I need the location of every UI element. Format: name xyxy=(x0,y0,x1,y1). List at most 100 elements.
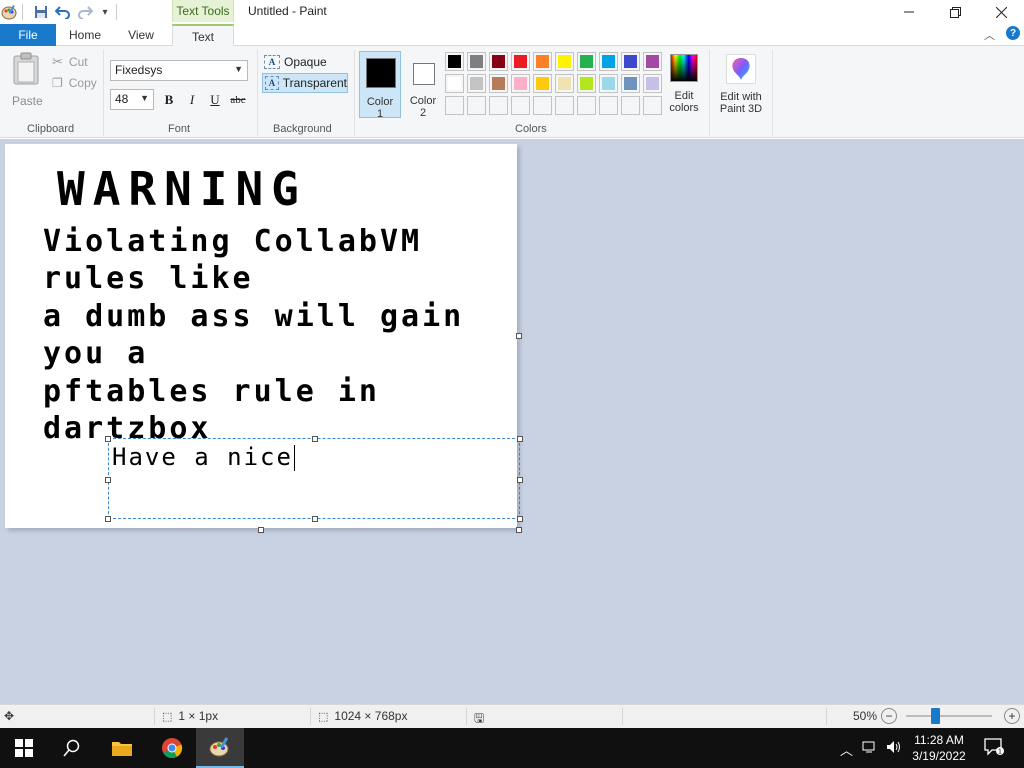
palette-color-swatch[interactable] xyxy=(467,52,486,71)
status-bar: ✥ ⬚ 1 × 1px ⬚ 1024 × 768px 🖫 50% − + xyxy=(0,704,1024,728)
palette-custom-slot[interactable] xyxy=(489,96,508,115)
search-button[interactable] xyxy=(48,728,96,768)
palette-custom-slot[interactable] xyxy=(621,96,640,115)
palette-custom-slot[interactable] xyxy=(643,96,662,115)
canvas-resize-handle[interactable] xyxy=(258,527,264,533)
palette-custom-slot[interactable] xyxy=(599,96,618,115)
font-family-select[interactable]: Fixedsys ▼ xyxy=(110,60,248,81)
palette-color-swatch[interactable] xyxy=(511,52,530,71)
network-icon[interactable] xyxy=(862,740,878,757)
canvas-workspace[interactable]: WARNING Violating CollabVM rules like a … xyxy=(0,139,1024,704)
save-icon[interactable] xyxy=(32,3,50,21)
transparent-button[interactable]: A Transparent xyxy=(262,73,348,93)
group-divider xyxy=(103,50,104,136)
palette-color-swatch[interactable] xyxy=(621,52,640,71)
start-button[interactable] xyxy=(0,728,48,768)
tab-file[interactable]: File xyxy=(0,24,56,46)
italic-button[interactable]: I xyxy=(182,91,202,109)
palette-color-swatch[interactable] xyxy=(577,74,596,93)
color2-button[interactable]: Color 2 xyxy=(403,51,443,119)
clock-date: 3/19/2022 xyxy=(912,749,966,763)
palette-color-swatch[interactable] xyxy=(599,74,618,93)
resize-handle[interactable] xyxy=(517,516,523,522)
system-clock[interactable]: 11:28 AM 3/19/2022 xyxy=(908,732,970,764)
palette-color-swatch[interactable] xyxy=(511,74,530,93)
opaque-button[interactable]: A Opaque xyxy=(262,52,327,72)
file-explorer-button[interactable] xyxy=(98,728,146,768)
color1-button[interactable]: Color 1 xyxy=(359,51,401,120)
minimize-button[interactable] xyxy=(886,0,932,24)
palette-custom-slot[interactable] xyxy=(467,96,486,115)
title-bar: ▾ Text Tools Untitled - Paint xyxy=(0,0,1024,24)
edit-with-paint3d-button[interactable]: Edit with Paint 3D xyxy=(714,54,768,115)
clipboard-group-label: Clipboard xyxy=(27,123,75,135)
palette-color-swatch[interactable] xyxy=(555,52,574,71)
palette-custom-slot[interactable] xyxy=(577,96,596,115)
copy-button[interactable]: ❐ Copy xyxy=(52,76,97,90)
palette-color-swatch[interactable] xyxy=(577,52,596,71)
color1-label: Color 1 xyxy=(366,96,394,120)
font-size-select[interactable]: 48 ▼ xyxy=(110,89,154,110)
image-size: ⬚ 1024 × 768px xyxy=(318,709,408,723)
notifications-icon[interactable]: 1 xyxy=(984,738,1004,759)
resize-handle[interactable] xyxy=(312,516,318,522)
palette-color-swatch[interactable] xyxy=(445,74,464,93)
chrome-button[interactable] xyxy=(148,728,196,768)
collapse-ribbon-icon[interactable]: ︿ xyxy=(984,27,995,43)
resize-handle[interactable] xyxy=(105,516,111,522)
palette-color-swatch[interactable] xyxy=(533,74,552,93)
zoom-slider-track[interactable] xyxy=(906,715,992,717)
palette-custom-slot[interactable] xyxy=(533,96,552,115)
customize-qa-icon[interactable]: ▾ xyxy=(96,3,114,21)
canvas-text-line: Violating CollabVM xyxy=(43,224,423,259)
paint3d-label: Edit with Paint 3D xyxy=(719,91,763,115)
palette-custom-slot[interactable] xyxy=(555,96,574,115)
close-button[interactable] xyxy=(978,0,1024,24)
zoom-in-button[interactable]: + xyxy=(1004,708,1020,724)
palette-color-swatch[interactable] xyxy=(467,74,486,93)
selection-size: ⬚ 1 × 1px xyxy=(162,709,219,723)
redo-icon[interactable] xyxy=(76,3,94,21)
canvas-resize-handle[interactable] xyxy=(516,527,522,533)
clock-time: 11:28 AM xyxy=(914,733,964,747)
underline-button[interactable]: U xyxy=(205,91,225,109)
tab-home[interactable]: Home xyxy=(62,24,108,46)
resize-handle[interactable] xyxy=(517,477,523,483)
palette-color-swatch[interactable] xyxy=(643,74,662,93)
text-input-box[interactable]: Have a nice xyxy=(108,438,520,519)
paste-button[interactable]: Paste xyxy=(8,52,46,112)
tab-text[interactable]: Text xyxy=(172,24,234,47)
palette-color-swatch[interactable] xyxy=(489,52,508,71)
maximize-button[interactable] xyxy=(932,0,978,24)
paint-taskbar-button[interactable] xyxy=(196,728,244,768)
canvas-resize-handle[interactable] xyxy=(516,333,522,339)
tab-view[interactable]: View xyxy=(118,24,164,46)
bold-button[interactable]: B xyxy=(159,91,179,109)
help-icon[interactable]: ? xyxy=(1006,26,1020,40)
undo-icon[interactable] xyxy=(54,3,72,21)
resize-handle[interactable] xyxy=(105,436,111,442)
palette-color-swatch[interactable] xyxy=(555,74,574,93)
resize-handle[interactable] xyxy=(312,436,318,442)
paint-app-icon[interactable] xyxy=(0,3,18,21)
group-divider xyxy=(354,50,355,136)
resize-handle[interactable] xyxy=(517,436,523,442)
edit-colors-button[interactable]: Edit colors xyxy=(666,54,702,114)
palette-custom-slot[interactable] xyxy=(511,96,530,115)
palette-color-swatch[interactable] xyxy=(533,52,552,71)
canvas-text-line: rules like xyxy=(43,261,254,296)
show-hidden-icons-button[interactable]: ︿ xyxy=(840,740,853,759)
palette-custom-slot[interactable] xyxy=(445,96,464,115)
text-box-content[interactable]: Have a nice xyxy=(112,442,295,472)
palette-color-swatch[interactable] xyxy=(445,52,464,71)
strikethrough-button[interactable]: abc xyxy=(228,91,248,109)
resize-handle[interactable] xyxy=(105,477,111,483)
palette-color-swatch[interactable] xyxy=(643,52,662,71)
palette-color-swatch[interactable] xyxy=(489,74,508,93)
cut-button[interactable]: ✂ Cut xyxy=(52,54,88,70)
zoom-slider-thumb[interactable] xyxy=(931,708,940,724)
palette-color-swatch[interactable] xyxy=(599,52,618,71)
zoom-out-button[interactable]: − xyxy=(881,708,897,724)
volume-icon[interactable] xyxy=(886,740,902,757)
palette-color-swatch[interactable] xyxy=(621,74,640,93)
